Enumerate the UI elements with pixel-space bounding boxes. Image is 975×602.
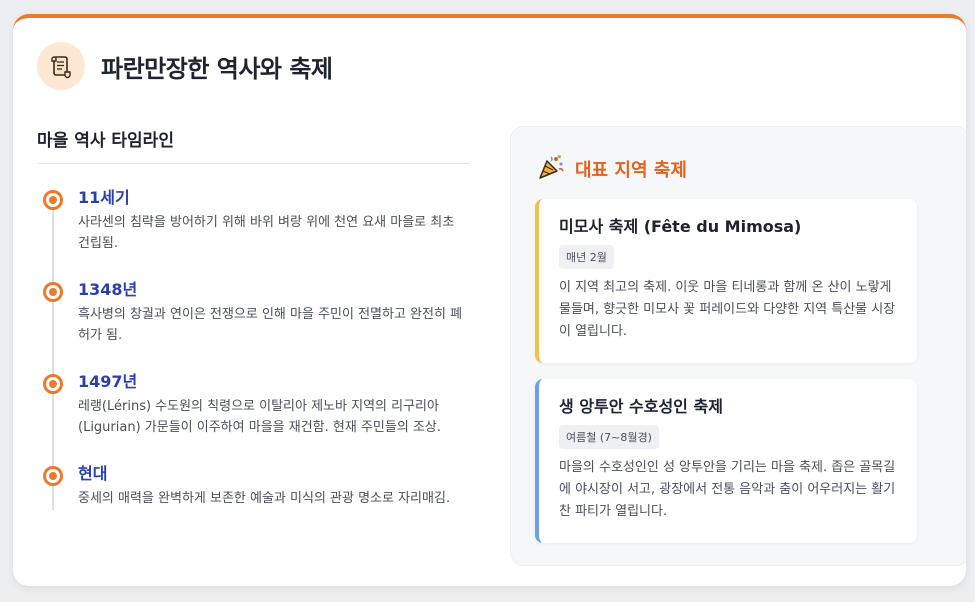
timeline-section: 마을 역사 타임라인 11세기 사라센의 침략을 방어하기 위해 바위 벼랑 위… — [37, 126, 470, 554]
festival-date-badge: 여름철 (7~8월경) — [559, 425, 659, 449]
party-popper-icon — [537, 153, 565, 185]
timeline-year: 1348년 — [78, 280, 138, 299]
timeline-item: 1348년 흑사병의 창궐과 연이은 전쟁으로 인해 마을 주민이 전멸하고 완… — [37, 278, 470, 370]
timeline-item: 1497년 레랭(Lérins) 수도원의 칙령으로 이탈리아 제노바 지역의 … — [37, 370, 470, 462]
festival-panel: 대표 지역 축제 미모사 축제 (Fête du Mimosa) 매년 2월 이… — [510, 126, 966, 566]
timeline-dot-icon — [43, 466, 63, 486]
festival-date-badge: 매년 2월 — [559, 245, 614, 269]
timeline-list: 11세기 사라센의 침략을 방어하기 위해 바위 벼랑 위에 천연 요새 마을로… — [37, 186, 470, 554]
timeline-desc: 레랭(Lérins) 수도원의 칙령으로 이탈리아 제노바 지역의 리구리아(L… — [78, 399, 441, 435]
timeline-dot-icon — [43, 282, 63, 302]
festival-card-mimosa: 미모사 축제 (Fête du Mimosa) 매년 2월 이 지역 최고의 축… — [535, 199, 917, 363]
timeline-dot-icon — [43, 374, 63, 394]
festival-name: 생 앙투안 수호성인 축제 — [559, 397, 723, 416]
festival-title: 대표 지역 축제 — [575, 160, 687, 181]
card-header: 파란만장한 역사와 축제 — [37, 42, 333, 90]
festival-card-saint-antoine: 생 앙투안 수호성인 축제 여름철 (7~8월경) 마을의 수호성인인 성 앙투… — [535, 379, 917, 543]
page-title: 파란만장한 역사와 축제 — [101, 54, 333, 83]
festival-desc: 마을의 수호성인인 성 앙투안을 기리는 마을 축제. 좁은 골목길에 야시장이… — [559, 460, 896, 519]
festival-name: 미모사 축제 (Fête du Mimosa) — [559, 217, 802, 236]
scroll-icon — [37, 42, 85, 90]
timeline-item: 현대 중세의 매력을 완벽하게 보존한 예술과 미식의 관광 명소로 자리매김. — [37, 462, 470, 554]
timeline-year: 1497년 — [78, 372, 138, 391]
timeline-desc: 중세의 매력을 완벽하게 보존한 예술과 미식의 관광 명소로 자리매김. — [78, 491, 451, 506]
timeline-desc: 사라센의 침략을 방어하기 위해 바위 벼랑 위에 천연 요새 마을로 최초 건… — [78, 215, 455, 251]
timeline-desc: 흑사병의 창궐과 연이은 전쟁으로 인해 마을 주민이 전멸하고 완전히 폐허가… — [78, 307, 463, 343]
festival-header: 대표 지역 축제 — [537, 153, 687, 185]
festival-desc: 이 지역 최고의 축제. 이웃 마을 티네롱과 함께 온 산이 노랗게 물들며,… — [559, 280, 896, 339]
timeline-title: 마을 역사 타임라인 — [37, 126, 470, 164]
timeline-year: 현대 — [78, 464, 108, 483]
timeline-year: 11세기 — [78, 188, 130, 207]
timeline-item: 11세기 사라센의 침략을 방어하기 위해 바위 벼랑 위에 천연 요새 마을로… — [37, 186, 470, 278]
history-festival-card: 파란만장한 역사와 축제 마을 역사 타임라인 11세기 사라센의 침략을 방어… — [13, 14, 966, 586]
timeline-dot-icon — [43, 190, 63, 210]
